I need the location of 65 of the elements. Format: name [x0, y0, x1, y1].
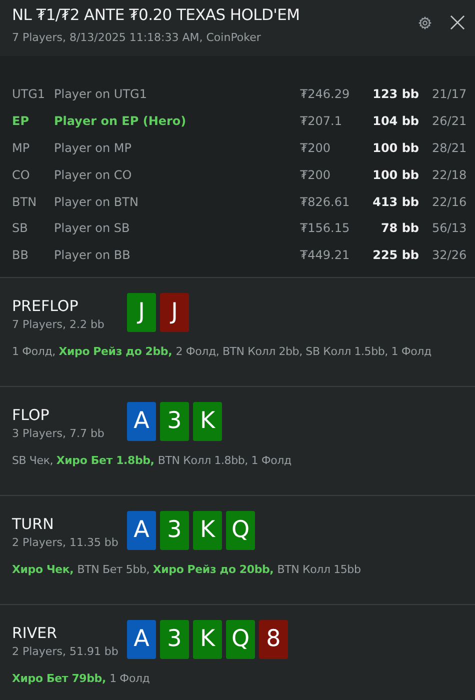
player-stats: 22/16: [432, 194, 467, 209]
action-line: SB Чек, Хиро Бет 1.8bb, BTN Колл 1.8bb, 1 Фолд: [12, 454, 292, 467]
playing-card: 3: [160, 510, 189, 550]
big-blinds: 100 bb: [372, 168, 419, 182]
stack-amount: ₮200: [299, 140, 332, 155]
playing-card: 3: [160, 620, 189, 659]
playing-card: A: [127, 620, 156, 659]
big-blinds: 225 bb: [372, 248, 419, 262]
stack-amount: ₮207.1: [299, 114, 343, 128]
street-name: FLOP: [12, 406, 50, 424]
position-label: UTG1: [12, 87, 46, 102]
playing-card: K: [193, 620, 222, 659]
playing-card: A: [127, 402, 156, 441]
playing-card: Q: [226, 510, 255, 550]
big-blinds: 413 bb: [372, 194, 419, 209]
player-name: Player on SB: [54, 221, 131, 236]
stack-amount: ₮826.61: [299, 194, 351, 209]
player-stats: 56/13: [432, 221, 467, 236]
street-info: 2 Players, 51.91 bb: [12, 644, 120, 658]
action-line: Хиро Бет 79bb, 1 Фолд: [12, 672, 151, 685]
big-blinds: 78 bb: [380, 221, 419, 236]
street-info: 7 Players, 2.2 bb: [12, 318, 106, 331]
action-line: 1 Фолд, Хиро Рейз до 2bb, 2 Фолд, BTN Колл 2bb, SB Колл 1.5bb, 1 Фолд: [12, 344, 432, 358]
big-blinds: 100 bb: [372, 140, 419, 155]
action-line: Хиро Чек, BTN Бет 5bb, Хиро Рейз до 20bb, BTN Колл 15bb: [12, 562, 362, 576]
playing-card: J: [160, 292, 189, 332]
player-name: Player on EP (Hero): [54, 114, 188, 128]
window-title: NL ₮1/₮2 ANTE ₮0.20 TEXAS HOLD'EM: [12, 6, 300, 24]
playing-card: 8: [259, 620, 288, 659]
stack-amount: ₮156.15: [299, 221, 351, 236]
playing-card: J: [127, 292, 156, 332]
position-label: MP: [12, 140, 31, 155]
playing-card: K: [193, 402, 222, 441]
street-name: PREFLOP: [12, 296, 80, 315]
playing-card: Q: [226, 620, 255, 659]
position-label: BB: [12, 248, 30, 262]
settings-icon[interactable]: [418, 16, 432, 30]
player-name: Player on MP: [54, 140, 133, 155]
big-blinds: 104 bb: [372, 114, 419, 128]
stack-amount: ₮200: [299, 168, 332, 182]
player-stats: 28/21: [432, 140, 467, 155]
playing-card: K: [193, 510, 222, 550]
big-blinds: 123 bb: [372, 87, 419, 102]
close-icon[interactable]: [450, 15, 465, 30]
player-stats: 26/21: [432, 114, 467, 128]
player-stats: 22/18: [432, 168, 467, 182]
player-name: Player on UTG1: [54, 87, 148, 102]
player-stats: 21/17: [432, 87, 467, 102]
hand-info: 7 Players, 8/13/2025 11:18:33 AM, CoinPoker: [12, 31, 262, 44]
street-info: 3 Players, 7.7 bb: [12, 426, 106, 440]
position-label: BTN: [12, 194, 38, 209]
player-name: Player on BTN: [54, 194, 140, 209]
player-name: Player on CO: [54, 168, 133, 182]
stack-amount: ₮449.21: [299, 248, 351, 262]
street-name: RIVER: [12, 624, 58, 642]
player-stats: 32/26: [432, 248, 467, 262]
position-label: CO: [12, 168, 31, 182]
position-label: EP: [12, 114, 30, 128]
player-name: Player on BB: [54, 248, 132, 262]
stack-amount: ₮246.29: [299, 87, 351, 102]
street-name: TURN: [12, 514, 55, 533]
playing-card: 3: [160, 402, 189, 441]
position-label: SB: [12, 221, 29, 236]
street-info: 2 Players, 11.35 bb: [12, 536, 120, 549]
playing-card: A: [127, 510, 156, 550]
